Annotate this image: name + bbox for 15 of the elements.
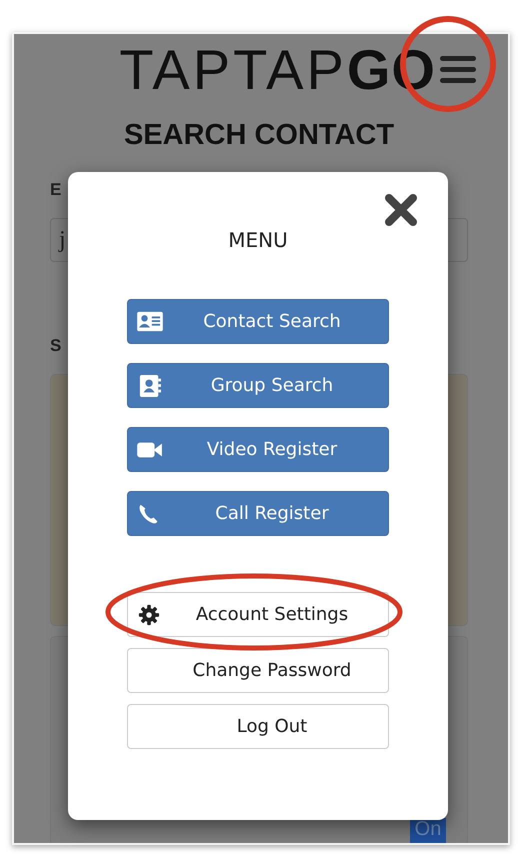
close-icon[interactable] [384, 193, 418, 227]
menu-title: MENU [227, 228, 289, 252]
menu-button[interactable]: Group Search [127, 363, 389, 408]
menu-button[interactable]: Contact Search [127, 299, 389, 344]
menu-button[interactable]: Change Password [127, 648, 389, 693]
contact-card-icon [136, 310, 164, 332]
menu-button[interactable]: Log Out [127, 704, 389, 749]
section-label: S [50, 336, 62, 356]
menu-icon[interactable] [440, 54, 476, 84]
settings-icon [138, 604, 160, 626]
menu-button[interactable]: Account Settings [127, 592, 389, 637]
menu-button[interactable]: Video Register [127, 427, 389, 472]
field-label: E [50, 180, 62, 200]
page-title: SEARCH CONTACT [122, 119, 396, 152]
menu-button[interactable]: Call Register [127, 491, 389, 536]
